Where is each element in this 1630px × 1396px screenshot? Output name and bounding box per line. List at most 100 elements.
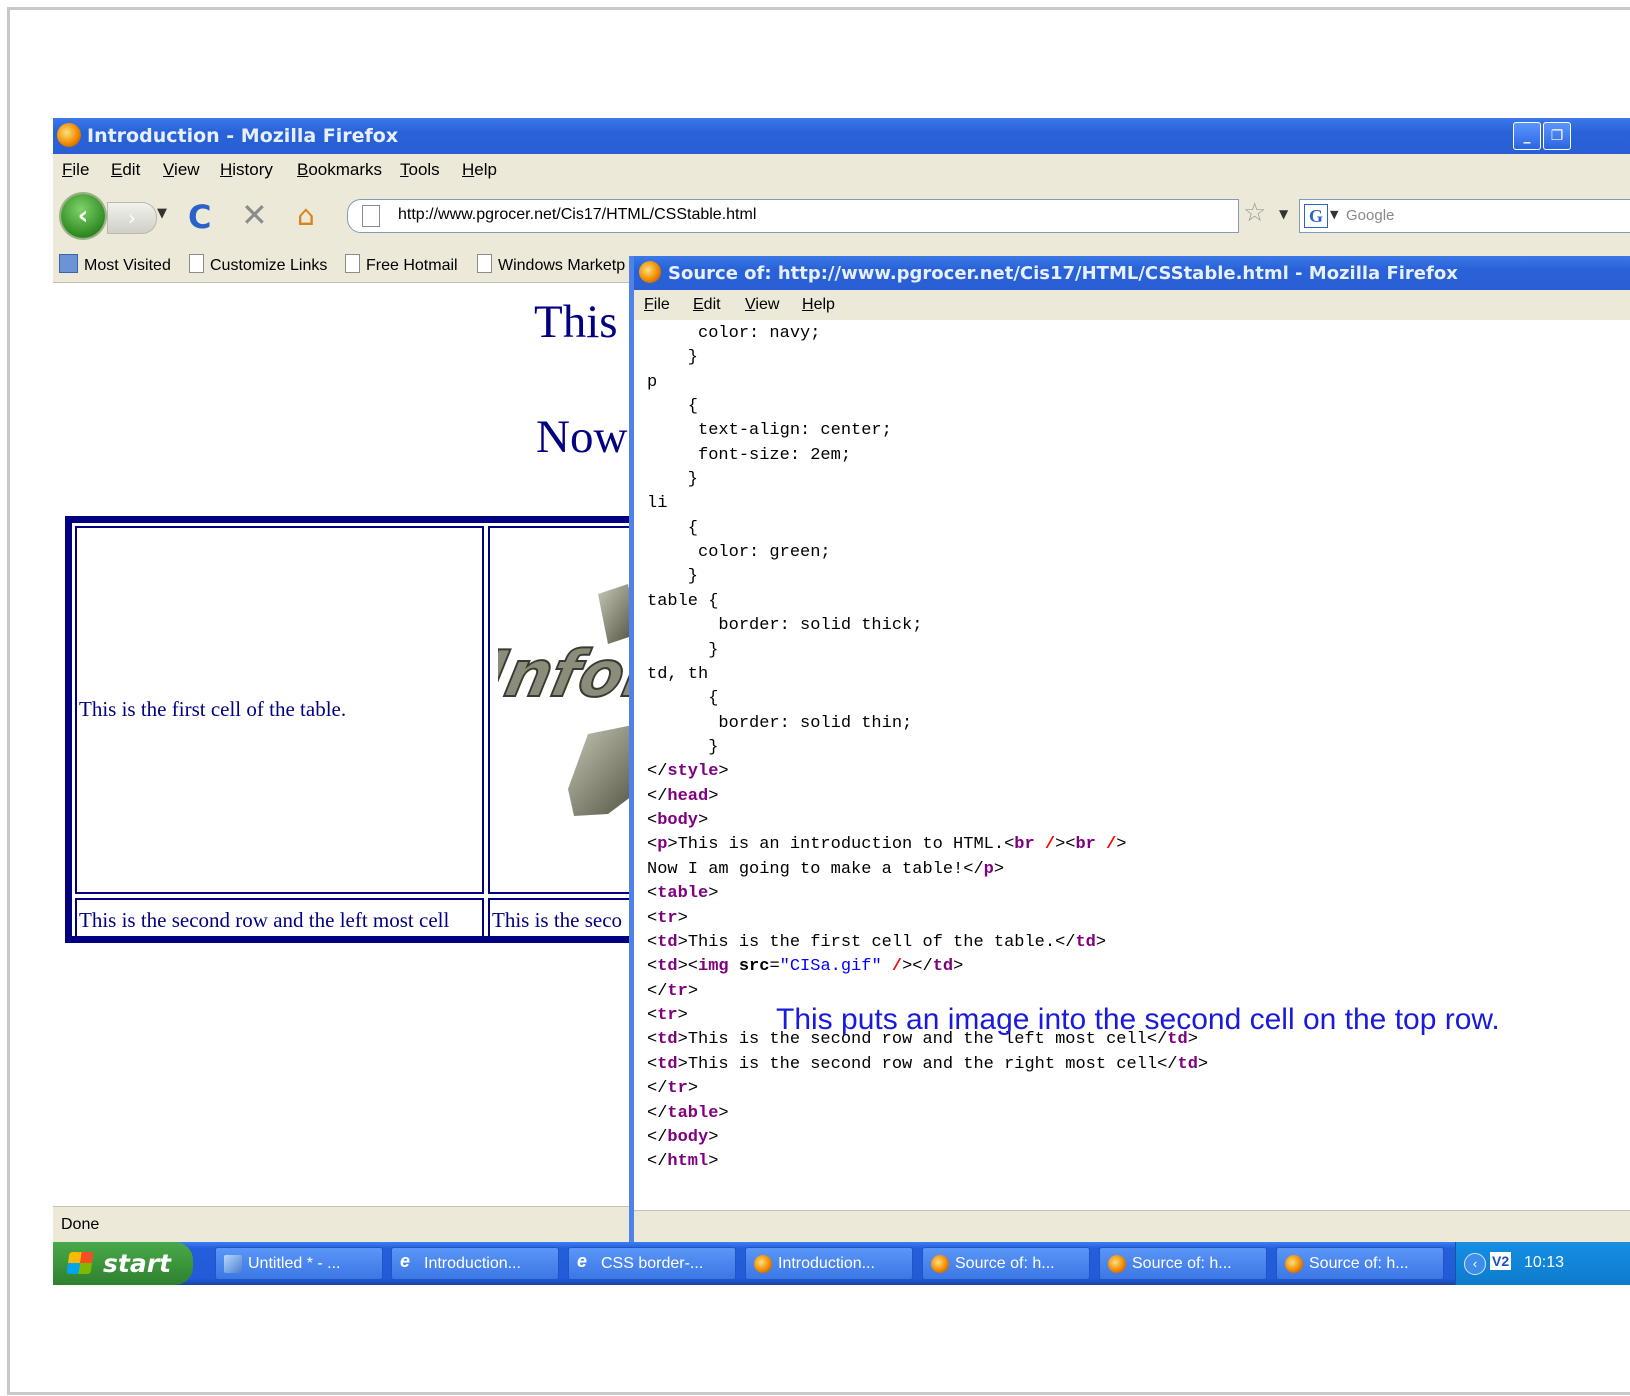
page-icon [362, 205, 380, 227]
bookmark-most-visited[interactable]: Most Visited [59, 254, 171, 275]
status-text: Done [61, 1216, 100, 1233]
minimize-button[interactable]: _ [1513, 122, 1541, 150]
page-icon [189, 254, 204, 273]
forward-arrow-icon[interactable]: › [107, 202, 157, 234]
start-button[interactable]: start [53, 1242, 193, 1285]
bookmark-customize-links[interactable]: Customize Links [189, 254, 327, 275]
search-box[interactable]: G ▼ Google [1299, 199, 1630, 233]
menu-bookmarks[interactable]: Bookmarks [297, 160, 382, 180]
bookmark-windows-marketplace[interactable]: Windows Marketp [477, 254, 625, 275]
restore-button[interactable]: ❐ [1543, 122, 1571, 150]
code-line: border: solid thick; [647, 616, 923, 635]
code-line: p [647, 373, 658, 392]
internet-explorer-icon: e [577, 1251, 588, 1271]
source-window-titlebar[interactable]: Source of: http://www.pgrocer.net/Cis17/… [634, 256, 1630, 290]
internet-explorer-icon: e [400, 1251, 411, 1271]
code-line: border: solid thin; [647, 714, 913, 733]
code-line: table { [647, 592, 719, 611]
task-label: CSS border-... [601, 1255, 704, 1272]
source-menu-view[interactable]: View [745, 296, 779, 314]
history-dropdown-icon[interactable]: ▼ [157, 206, 167, 221]
code-line: color: navy; [647, 324, 821, 343]
taskbar-item-source-1[interactable]: Source of: h... [922, 1247, 1090, 1280]
tray-app-icon[interactable]: V2 [1490, 1252, 1512, 1270]
code-line: <table> [647, 884, 719, 903]
menu-tools[interactable]: Tools [400, 160, 440, 180]
code-line: </body> [647, 1128, 719, 1147]
bookmark-label: Windows Marketp [498, 257, 626, 274]
bookmark-label: Most Visited [84, 257, 171, 274]
firefox-icon [57, 123, 81, 147]
bookmark-free-hotmail[interactable]: Free Hotmail [345, 254, 458, 275]
code-line: { [647, 689, 719, 708]
tag-name: body [657, 811, 699, 830]
menu-history[interactable]: History [220, 160, 273, 180]
task-label: Introduction... [778, 1255, 875, 1272]
url-bar[interactable]: http://www.pgrocer.net/Cis17/HTML/CSStab… [347, 199, 1239, 233]
windows-flag-icon [66, 1252, 94, 1274]
task-label: Source of: h... [1132, 1255, 1232, 1272]
code-line: { [647, 519, 699, 538]
taskbar-item-ie-introduction[interactable]: e Introduction... [391, 1247, 559, 1280]
cell-text: This is the seco [492, 908, 623, 932]
table-cell-second-row-left: This is the second row and the left most… [75, 898, 484, 940]
code-line: color: green; [647, 543, 831, 562]
search-placeholder: Google [1346, 207, 1395, 224]
url-dropdown-icon[interactable]: ▼ [1279, 207, 1288, 221]
menu-edit[interactable]: Edit [111, 160, 140, 180]
code-text: This is an introduction to HTML. [677, 835, 1005, 854]
menu-file[interactable]: File [62, 160, 89, 180]
menu-help[interactable]: Help [462, 160, 497, 180]
taskbar-item-source-2[interactable]: Source of: h... [1099, 1247, 1267, 1280]
annotation-text: This puts an image into the second cell … [776, 1003, 1500, 1036]
task-label: Introduction... [424, 1255, 521, 1272]
code-line: li [647, 494, 668, 513]
code-line: font-size: 2em; [647, 446, 852, 465]
source-menubar: File Edit View Help [634, 290, 1630, 320]
firefox-icon [1108, 1255, 1126, 1273]
taskbar-item-source-3[interactable]: Source of: h... [1276, 1247, 1444, 1280]
code-text: Now I am going to make a table! [647, 860, 964, 879]
code-line: } [647, 470, 699, 489]
navigation-toolbar: ‹ › ▼ C ✕ ⌂ http://www.pgrocer.net/Cis17… [53, 186, 1630, 244]
code-line: } [647, 738, 719, 757]
source-code-area[interactable]: color: navy; } p { text-align: center; f… [634, 320, 1630, 1210]
start-label: start [103, 1249, 171, 1278]
code-line: </tr> [647, 982, 699, 1001]
source-menu-edit[interactable]: Edit [693, 296, 721, 314]
most-visited-icon [59, 254, 78, 273]
main-menubar: File Edit View History Bookmarks Tools H… [53, 154, 1630, 186]
code-line: <tr> [647, 909, 688, 928]
source-menu-help[interactable]: Help [802, 296, 835, 314]
clock[interactable]: 10:13 [1524, 1254, 1564, 1272]
code-line: <td><img src="CISa.gif" /></td> [647, 957, 964, 976]
taskbar-item-css-border[interactable]: e CSS border-... [568, 1247, 736, 1280]
stop-icon[interactable]: ✕ [241, 196, 268, 234]
home-icon[interactable]: ⌂ [297, 199, 315, 232]
search-engine-dropdown-icon[interactable]: ▼ [1330, 208, 1338, 221]
system-tray: ‹ V2 10:13 [1455, 1242, 1630, 1285]
desktop-screen: Introduction - Mozilla Firefox _ ❐ File … [53, 118, 1630, 1336]
bookmark-star-icon[interactable]: ☆ [1243, 198, 1266, 228]
code-line: } [647, 567, 699, 586]
code-line: <tr> [647, 1006, 688, 1025]
menu-view[interactable]: View [163, 160, 200, 180]
taskbar-item-paint[interactable]: Untitled * - ... [215, 1247, 383, 1280]
reload-icon[interactable]: C [188, 198, 211, 236]
task-label: Untitled * - ... [248, 1255, 341, 1272]
back-arrow-icon[interactable]: ‹ [61, 194, 105, 238]
paint-icon [224, 1255, 242, 1273]
tag-name: head [667, 787, 709, 806]
show-hidden-icons-icon[interactable]: ‹ [1464, 1253, 1486, 1275]
url-text: http://www.pgrocer.net/Cis17/HTML/CSStab… [398, 206, 757, 223]
code-line: <body> [647, 811, 709, 830]
code-line: </html> [647, 1152, 719, 1171]
source-menu-file[interactable]: File [644, 296, 670, 314]
code-line: <td>This is the first cell of the table.… [647, 933, 1107, 952]
main-window-titlebar[interactable]: Introduction - Mozilla Firefox _ ❐ [53, 118, 1630, 154]
taskbar-item-firefox-introduction[interactable]: Introduction... [745, 1247, 913, 1280]
page-icon [345, 254, 360, 273]
code-line: </style> [647, 762, 729, 781]
google-icon[interactable]: G [1304, 204, 1328, 228]
firefox-icon [931, 1255, 949, 1273]
